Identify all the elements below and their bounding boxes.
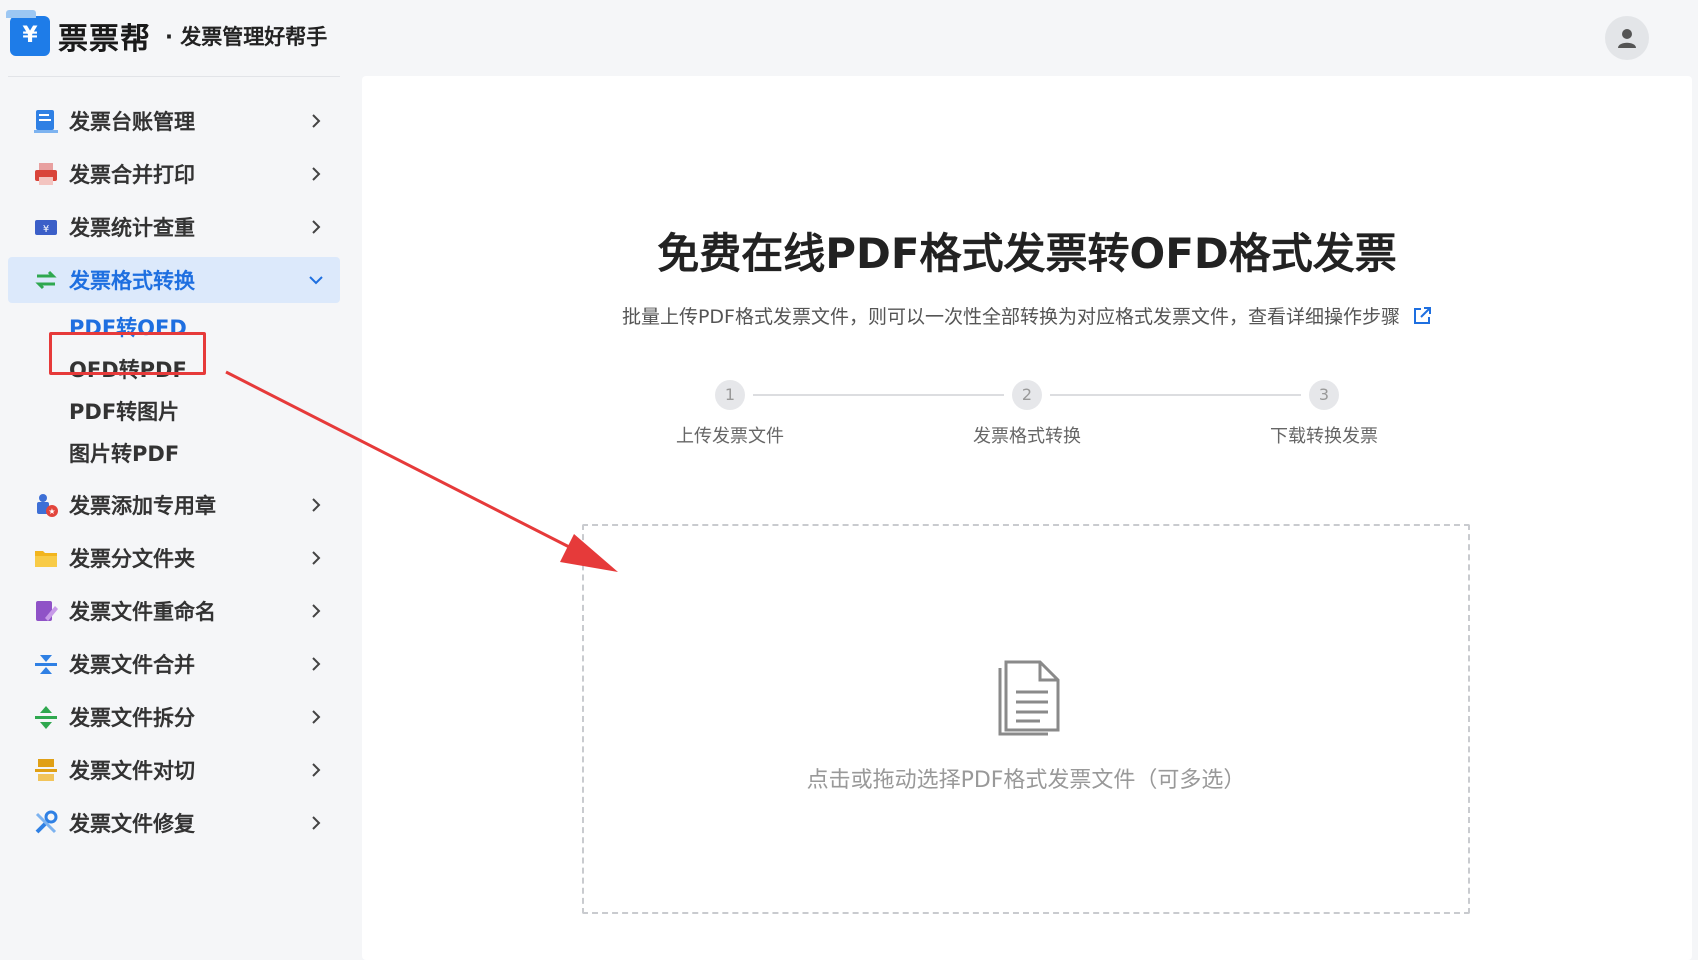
page-subtitle: 批量上传PDF格式发票文件，则可以一次性全部转换为对应格式发票文件，查看详细操作… — [362, 302, 1692, 329]
sidebar-item-label: 发票文件重命名 — [69, 600, 216, 624]
sidebar-item-file-merge[interactable]: 发票文件合并 — [8, 641, 340, 687]
step-label: 上传发票文件 — [676, 426, 784, 447]
submenu-pdf-to-image[interactable]: PDF转图片 — [69, 397, 179, 427]
page-title: 免费在线PDF格式发票转OFD格式发票 — [657, 229, 1397, 278]
step-label: 下载转换发票 — [1270, 426, 1378, 447]
sidebar-item-file-split[interactable]: 发票文件拆分 — [8, 694, 340, 740]
step-connector — [753, 394, 1004, 396]
sidebar-item-label: 发票台账管理 — [69, 110, 195, 134]
brand-name: 票票帮 — [58, 22, 151, 57]
split-icon — [33, 704, 59, 730]
chevron-right-icon — [312, 763, 321, 777]
progress-steps: 1 上传发票文件 2 发票格式转换 3 下载转换发票 — [362, 380, 1692, 460]
printer-icon — [33, 161, 59, 187]
chevron-right-icon — [312, 816, 321, 830]
sidebar-item-label: 发票分文件夹 — [69, 547, 195, 571]
step-label: 发票格式转换 — [973, 426, 1081, 447]
sidebar-item-file-repair[interactable]: 发票文件修复 — [8, 800, 340, 846]
file-dropzone[interactable]: 点击或拖动选择PDF格式发票文件（可多选） — [582, 524, 1470, 914]
chevron-right-icon — [312, 220, 321, 234]
subtitle-text: 批量上传PDF格式发票文件，则可以一次性全部转换为对应格式发票文件，查看详细操作… — [621, 306, 1400, 328]
convert-icon — [33, 267, 59, 293]
sidebar-item-rename[interactable]: 发票文件重命名 — [8, 588, 340, 634]
sidebar-nav: 发票台账管理 发票合并打印 ¥ 发票统计查重 发票格式转换 PDF转OFD OF… — [8, 76, 340, 960]
dropzone-hint: 点击或拖动选择PDF格式发票文件（可多选） — [806, 768, 1246, 793]
chevron-right-icon — [312, 114, 321, 128]
svg-text:¥: ¥ — [43, 224, 49, 235]
main-panel: 免费在线PDF格式发票转OFD格式发票 批量上传PDF格式发票文件，则可以一次性… — [362, 76, 1692, 960]
step-connector — [1050, 394, 1301, 396]
logo-icon: ¥ — [6, 10, 50, 56]
chevron-right-icon — [312, 167, 321, 181]
sidebar-item-merge-print[interactable]: 发票合并打印 — [8, 151, 340, 197]
sidebar-item-label: 发票文件拆分 — [69, 706, 195, 730]
sidebar-item-stamp[interactable]: ★ 发票添加专用章 — [8, 482, 340, 528]
user-icon — [1618, 29, 1636, 48]
sidebar-item-statistics[interactable]: ¥ 发票统计查重 — [8, 204, 340, 250]
app-header: ¥ 票票帮 · 发票管理好帮手 — [0, 0, 1698, 76]
user-avatar-button[interactable] — [1605, 16, 1649, 60]
svg-text:★: ★ — [48, 507, 55, 516]
chevron-right-icon — [312, 551, 321, 565]
sidebar-item-label: 发票合并打印 — [69, 163, 195, 187]
ledger-icon — [33, 108, 59, 134]
sidebar-item-label: 发票统计查重 — [69, 216, 195, 240]
chevron-down-icon — [309, 276, 323, 285]
stamp-icon: ★ — [33, 492, 59, 518]
sidebar-item-label: 发票文件对切 — [69, 759, 195, 783]
sidebar-item-format-convert[interactable]: 发票格式转换 — [8, 257, 340, 303]
chevron-right-icon — [312, 604, 321, 618]
submenu-image-to-pdf[interactable]: 图片转PDF — [69, 439, 179, 469]
merge-icon — [33, 651, 59, 677]
sidebar-item-folder[interactable]: 发票分文件夹 — [8, 535, 340, 581]
brand-slogan: · 发票管理好帮手 — [165, 25, 328, 49]
sidebar-item-label: 发票文件合并 — [69, 653, 195, 677]
chevron-right-icon — [312, 498, 321, 512]
step-number: 2 — [1012, 380, 1042, 410]
chevron-right-icon — [312, 657, 321, 671]
step-number: 1 — [715, 380, 745, 410]
cut-icon — [33, 757, 59, 783]
app-logo[interactable]: ¥ 票票帮 · 发票管理好帮手 — [6, 10, 328, 58]
external-link-icon[interactable] — [1412, 306, 1432, 326]
repair-icon — [33, 810, 59, 836]
annotation-highlight-box — [49, 332, 206, 375]
sidebar-item-label: 发票格式转换 — [69, 269, 195, 293]
rename-icon — [33, 598, 59, 624]
sidebar-item-label: 发票添加专用章 — [69, 494, 216, 518]
statistics-icon: ¥ — [33, 214, 59, 240]
step-number: 3 — [1309, 380, 1339, 410]
sidebar-item-file-cut[interactable]: 发票文件对切 — [8, 747, 340, 793]
document-icon — [998, 660, 1060, 736]
sidebar-item-ledger[interactable]: 发票台账管理 — [8, 98, 340, 144]
folder-icon — [33, 545, 59, 571]
chevron-right-icon — [312, 710, 321, 724]
sidebar-item-label: 发票文件修复 — [69, 812, 195, 836]
